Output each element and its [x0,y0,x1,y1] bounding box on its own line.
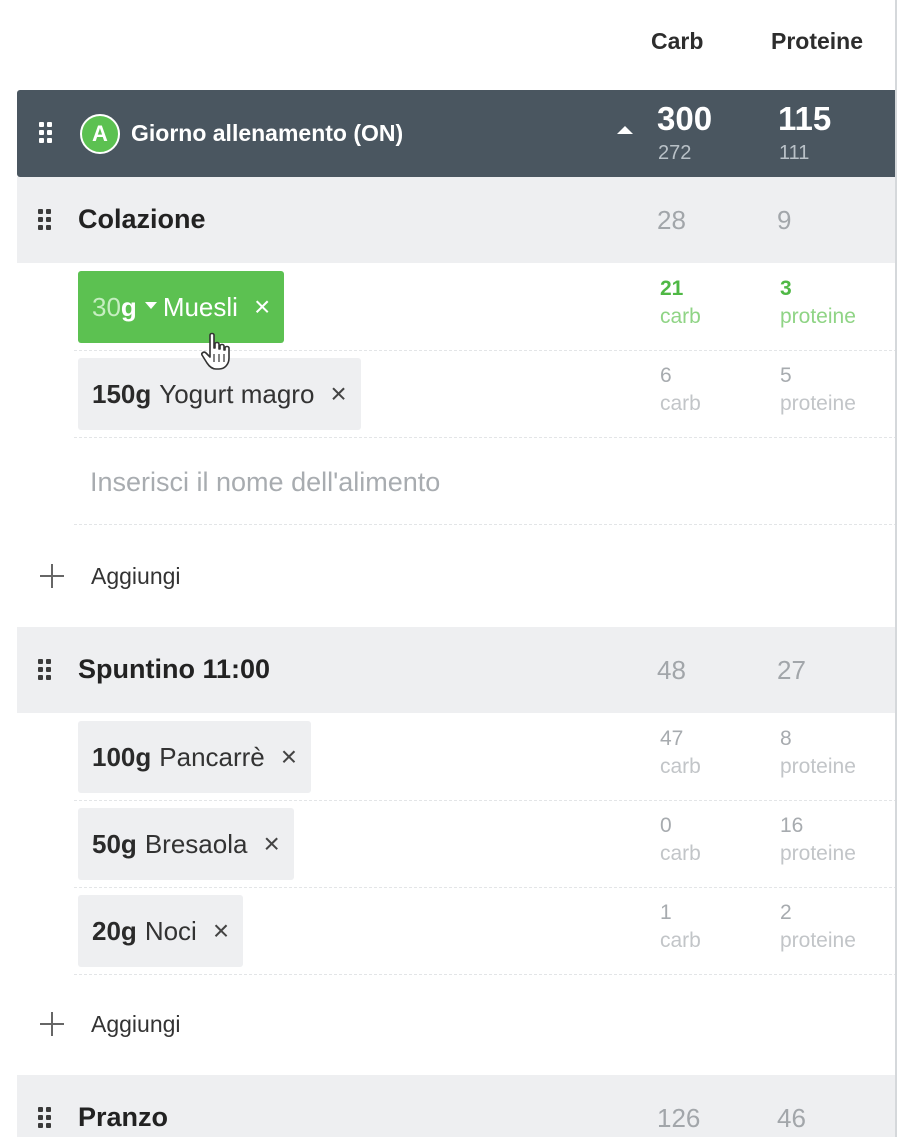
food-chip-noci[interactable]: 20g Noci × [78,895,244,967]
meal-header-spuntino[interactable]: Spuntino 11:00 48 27 [17,627,897,713]
day-type-badge: A [80,114,120,154]
column-header: Carb Proteine [0,0,897,88]
food-carb: 0 carb [660,814,701,865]
food-row: 50g Bresaola × 0 carb 16 proteine [74,801,897,888]
day-carb-target: 300 [657,100,713,137]
food-carb: 21 carb [660,277,701,328]
hand-pointer-icon [201,332,230,370]
meal-proteine-total: 46 [777,1103,806,1133]
plus-icon [38,1010,66,1038]
food-proteine: 3 proteine [780,277,856,328]
meal-header-pranzo[interactable]: Pranzo 126 46 [17,1075,897,1137]
food-carb: 1 carb [660,901,701,952]
meal-proteine-total: 9 [777,205,792,235]
food-name: Noci [144,915,197,946]
close-icon[interactable]: × [281,741,297,773]
close-icon[interactable]: × [330,378,346,410]
meal-header-colazione[interactable]: Colazione 28 9 [17,177,897,263]
drag-handle-icon[interactable] [38,1107,52,1129]
caret-up-icon[interactable] [617,126,633,134]
food-proteine: 2 proteine [780,901,856,952]
food-proteine: 8 proteine [780,727,856,778]
day-proteine-actual: 111 [779,142,810,164]
add-food-button[interactable]: Aggiungi [38,994,181,1054]
food-quantity[interactable]: 150g [92,379,151,410]
plus-icon [38,562,66,590]
day-header[interactable]: A Giorno allenamento (ON) 300 272 115 11… [17,90,897,177]
food-row: 30g Muesli × 21 carb 3 proteine [74,264,897,351]
add-food-button[interactable]: Aggiungi [38,546,181,606]
column-header-proteine: Proteine [771,28,864,54]
food-proteine: 16 proteine [780,814,856,865]
meal-proteine-total: 27 [777,655,806,685]
food-quantity[interactable]: 30g [92,292,137,323]
food-name: Pancarrè [159,741,265,772]
food-quantity[interactable]: 20g [92,916,137,947]
food-carb: 47 carb [660,727,701,778]
food-quantity[interactable]: 50g [92,829,137,860]
close-icon[interactable]: × [213,915,229,947]
food-carb: 6 carb [660,364,701,415]
food-row: 150g Yogurt magro × 6 carb 5 proteine [74,351,897,438]
food-row: 100g Pancarrè × 47 carb 8 proteine [74,714,897,801]
add-label: Aggiungi [91,562,181,589]
meal-carb-total: 48 [657,655,686,685]
drag-handle-icon[interactable] [38,659,52,681]
close-icon[interactable]: × [263,828,279,860]
food-name: Yogurt magro [159,378,315,409]
day-carb-actual: 272 [658,142,692,164]
close-icon[interactable]: × [254,291,270,323]
meal-carb-total: 126 [657,1103,701,1133]
food-chip-pancarre[interactable]: 100g Pancarrè × [78,721,312,793]
day-proteine-target: 115 [778,100,832,137]
meal-carb-total: 28 [657,205,686,235]
add-label: Aggiungi [91,1010,181,1037]
meal-name: Colazione [78,204,206,234]
food-row: 20g Noci × 1 carb 2 proteine [74,888,897,975]
food-chip-bresaola[interactable]: 50g Bresaola × [78,808,294,880]
meal-name: Spuntino 11:00 [78,654,271,684]
meal-name: Pranzo [78,1102,169,1132]
food-quantity[interactable]: 100g [92,742,151,773]
food-chip-muesli[interactable]: 30g Muesli × [78,271,285,343]
drag-handle-icon[interactable] [38,209,52,231]
chevron-down-icon[interactable] [144,302,157,309]
food-name: Muesli [162,291,238,322]
day-title: Giorno allenamento (ON) [131,120,404,146]
meal-plan-page: Carb Proteine A Giorno allenamento (ON) … [0,0,897,1137]
food-search-row [74,438,897,525]
food-name: Bresaola [144,828,248,859]
food-proteine: 5 proteine [780,364,856,415]
column-header-carb: Carb [651,28,704,54]
drag-handle-icon[interactable] [39,122,53,144]
food-search-input[interactable] [90,462,650,502]
